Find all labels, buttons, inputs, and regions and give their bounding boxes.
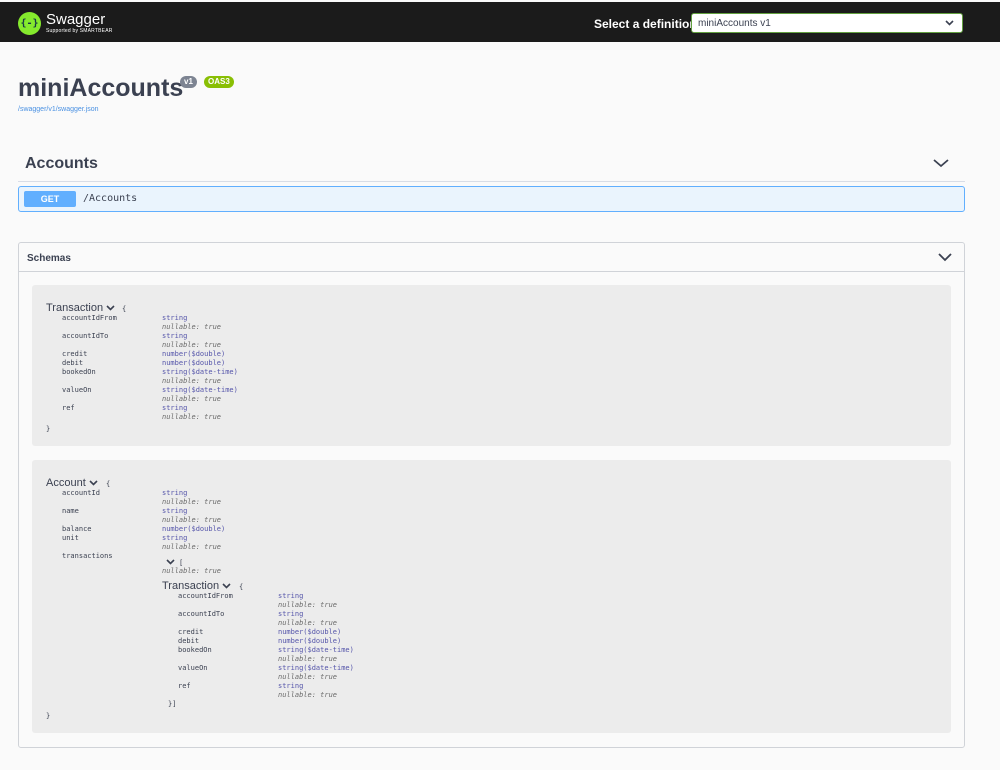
prop-name: ref [62, 404, 75, 412]
model-title[interactable]: Account [46, 477, 98, 489]
prop-nullable: nullable: true [162, 413, 222, 421]
prop-type: string [278, 682, 304, 690]
array-close: }] [168, 700, 177, 708]
schemas-heading[interactable]: Schemas [27, 253, 71, 264]
prop-type: string($date-time) [162, 368, 238, 376]
prop-nullable: nullable: true [162, 516, 222, 524]
prop-name: unit [62, 534, 79, 542]
chevron-down-icon[interactable] [106, 304, 115, 312]
chevron-down-icon[interactable] [166, 558, 175, 566]
prop-name: balance [62, 525, 92, 533]
prop-type: string [162, 534, 188, 542]
model-transaction: Transaction { accountIdFrom string nulla… [32, 285, 951, 446]
prop-name: accountId [62, 489, 100, 497]
brace-open: { [106, 480, 111, 488]
api-title: miniAccounts [18, 74, 184, 102]
prop-name: transactions [62, 552, 113, 560]
prop-name: bookedOn [178, 646, 212, 654]
brace-close: } [46, 712, 51, 720]
prop-name: debit [62, 359, 84, 367]
tag-divider [18, 181, 965, 182]
prop-type: string [162, 314, 188, 322]
chevron-down-icon[interactable] [89, 479, 98, 487]
prop-type: string [162, 507, 188, 515]
brace-open: { [239, 583, 244, 591]
chevron-down-icon[interactable] [222, 582, 231, 590]
prop-type: number($double) [162, 525, 226, 533]
swagger-logo[interactable]: {-} Swagger Supported by SMARTBEAR [18, 10, 113, 36]
model-title[interactable]: Transaction [46, 302, 115, 314]
prop-nullable: nullable: true [162, 395, 222, 403]
schemas-section: Schemas Transaction { accountIdFrom stri… [18, 242, 965, 748]
operation-path: /Accounts [83, 193, 138, 204]
prop-type: string [162, 489, 188, 497]
tag-title[interactable]: Accounts [25, 155, 98, 173]
prop-nullable: nullable: true [162, 323, 222, 331]
prop-type: number($double) [278, 637, 342, 645]
prop-type: number($double) [162, 359, 226, 367]
prop-name: name [62, 507, 79, 515]
prop-name: accountIdFrom [62, 314, 117, 322]
prop-nullable: nullable: true [162, 567, 222, 575]
prop-type: number($double) [278, 628, 342, 636]
prop-name: accountIdFrom [178, 592, 233, 600]
prop-nullable: nullable: true [278, 619, 338, 627]
version-badge: v1 [180, 76, 197, 88]
oas-badge: OAS3 [204, 76, 234, 88]
nested-model-title[interactable]: Transaction [162, 580, 231, 592]
prop-name: ref [178, 682, 191, 690]
prop-nullable: nullable: true [278, 673, 338, 681]
prop-name: bookedOn [62, 368, 96, 376]
definition-select-value: miniAccounts v1 [698, 18, 771, 29]
prop-nullable: nullable: true [162, 377, 222, 385]
swagger-logo-icon: {-} [18, 11, 41, 35]
prop-name: debit [178, 637, 200, 645]
prop-type: string [162, 332, 188, 340]
chevron-down-icon[interactable] [937, 251, 953, 263]
prop-nullable: nullable: true [278, 691, 338, 699]
prop-type: string [278, 592, 304, 600]
brace-open: { [122, 305, 127, 313]
prop-nullable: nullable: true [162, 543, 222, 551]
method-badge: GET [24, 191, 76, 207]
definition-label: Select a definition [594, 17, 697, 31]
array-open: [ [179, 559, 184, 567]
prop-type: string($date-time) [162, 386, 238, 394]
chevron-down-icon [945, 20, 954, 26]
prop-type: string($date-time) [278, 646, 354, 654]
definition-select[interactable]: miniAccounts v1 [691, 13, 963, 33]
logo-subtitle: Supported by SMARTBEAR [46, 28, 113, 34]
chevron-down-icon[interactable] [932, 157, 950, 169]
prop-name: credit [178, 628, 204, 636]
prop-nullable: nullable: true [278, 601, 338, 609]
prop-nullable: nullable: true [162, 341, 222, 349]
model-account: Account { accountId string nullable: tru… [32, 460, 951, 733]
prop-type: string [278, 610, 304, 618]
schemas-divider [19, 271, 964, 272]
top-bar: {-} Swagger Supported by SMARTBEAR Selec… [0, 2, 1000, 42]
prop-type: string [162, 404, 188, 412]
spec-json-link[interactable]: /swagger/v1/swagger.json [18, 106, 99, 113]
prop-type: number($double) [162, 350, 226, 358]
prop-name: credit [62, 350, 88, 358]
prop-nullable: nullable: true [162, 498, 222, 506]
logo-title: Swagger [46, 11, 106, 28]
prop-name: accountIdTo [178, 610, 225, 618]
brace-close: } [46, 425, 51, 433]
operation-get-accounts[interactable]: GET /Accounts [18, 186, 965, 212]
prop-name: accountIdTo [62, 332, 109, 340]
prop-nullable: nullable: true [278, 655, 338, 663]
prop-name: valueOn [178, 664, 208, 672]
prop-type: string($date-time) [278, 664, 354, 672]
prop-name: valueOn [62, 386, 92, 394]
